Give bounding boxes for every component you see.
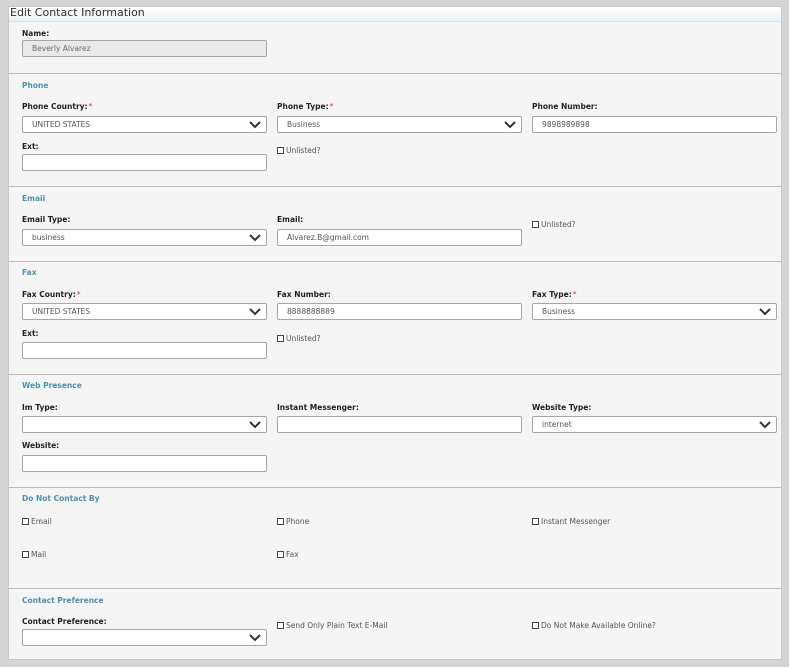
divider	[9, 261, 781, 262]
website-input[interactable]	[22, 455, 267, 472]
email-type-select[interactable]: business	[22, 229, 267, 246]
website-type-select[interactable]: internet	[532, 416, 777, 433]
chevron-down-icon	[249, 634, 261, 642]
fax-type-select[interactable]: Business	[532, 303, 777, 320]
checkbox-box[interactable]	[277, 551, 284, 558]
checkbox-box[interactable]	[532, 518, 539, 525]
divider	[9, 588, 781, 589]
section-phone: Phone	[22, 81, 49, 90]
section-fax: Fax	[22, 268, 37, 277]
fax-number-label: Fax Number:	[277, 290, 331, 299]
checkbox-box[interactable]	[277, 335, 284, 342]
im-type-select[interactable]	[22, 416, 267, 433]
chevron-down-icon	[249, 234, 261, 242]
not-available-online-label: Do Not Make Available Online?	[541, 621, 656, 630]
divider	[9, 374, 781, 375]
phone-ext-input[interactable]	[22, 154, 267, 171]
fax-number-input[interactable]: 8888888889	[277, 303, 522, 320]
fax-unlisted-checkbox[interactable]: Unlisted?	[277, 334, 321, 343]
fax-ext-input[interactable]	[22, 342, 267, 359]
instant-messenger-input[interactable]	[277, 416, 522, 433]
checkbox-box[interactable]	[277, 518, 284, 525]
name-field: Beverly Alvarez	[22, 40, 267, 57]
section-web-presence: Web Presence	[22, 381, 82, 390]
im-type-label: Im Type:	[22, 403, 58, 412]
checkbox-box[interactable]	[277, 622, 284, 629]
phone-ext-label: Ext:	[22, 142, 39, 151]
contact-preference-select[interactable]	[22, 629, 267, 646]
not-available-online-checkbox[interactable]: Do Not Make Available Online?	[532, 621, 656, 630]
dnc-email-label: Email	[31, 517, 52, 526]
chevron-down-icon	[504, 121, 516, 129]
dnc-fax-label: Fax	[286, 550, 299, 559]
divider	[9, 73, 781, 74]
checkbox-box[interactable]	[22, 551, 29, 558]
email-label: Email:	[277, 215, 304, 224]
plain-text-email-label: Send Only Plain Text E-Mail	[286, 621, 388, 630]
section-email: Email	[22, 194, 46, 203]
phone-country-label: Phone Country:*	[22, 102, 93, 111]
fax-unlisted-label: Unlisted?	[286, 334, 321, 343]
dnc-mail-checkbox[interactable]: Mail	[22, 550, 46, 559]
chevron-down-icon	[249, 421, 261, 429]
chevron-down-icon	[759, 421, 771, 429]
fax-country-label: Fax Country:*	[22, 290, 81, 299]
email-type-label: Email Type:	[22, 215, 71, 224]
dnc-phone-label: Phone	[286, 517, 310, 526]
panel-header: Edit Contact Information	[9, 7, 781, 22]
dnc-email-checkbox[interactable]: Email	[22, 517, 52, 526]
contact-preference-label: Contact Preference:	[22, 617, 107, 626]
fax-country-select[interactable]: UNITED STATES	[22, 303, 267, 320]
fax-type-label: Fax Type:*	[532, 290, 577, 299]
dnc-im-label: Instant Messenger	[541, 517, 611, 526]
divider	[9, 186, 781, 187]
email-input[interactable]: Alvarez.B@gmail.com	[277, 229, 522, 246]
dnc-phone-checkbox[interactable]: Phone	[277, 517, 309, 526]
phone-unlisted-checkbox[interactable]: Unlisted?	[277, 146, 321, 155]
divider	[9, 487, 781, 488]
phone-type-select[interactable]: Business	[277, 116, 522, 133]
dnc-mail-label: Mail	[31, 550, 47, 559]
chevron-down-icon	[249, 308, 261, 316]
phone-number-label: Phone Number:	[532, 102, 598, 111]
plain-text-email-checkbox[interactable]: Send Only Plain Text E-Mail	[277, 621, 388, 630]
checkbox-box[interactable]	[277, 147, 284, 154]
page-title: Edit Contact Information	[10, 6, 145, 19]
website-label: Website:	[22, 441, 60, 450]
email-unlisted-checkbox[interactable]: Unlisted?	[532, 220, 576, 229]
phone-type-label: Phone Type:*	[277, 102, 334, 111]
checkbox-box[interactable]	[22, 518, 29, 525]
phone-country-select[interactable]: UNITED STATES	[22, 116, 267, 133]
instant-messenger-label: Instant Messenger:	[277, 403, 359, 412]
chevron-down-icon	[759, 308, 771, 316]
dnc-fax-checkbox[interactable]: Fax	[277, 550, 299, 559]
checkbox-box[interactable]	[532, 221, 539, 228]
phone-number-input[interactable]: 9898989898	[532, 116, 777, 133]
email-unlisted-label: Unlisted?	[541, 220, 576, 229]
section-contact-preference: Contact Preference	[22, 596, 104, 605]
fax-ext-label: Ext:	[22, 329, 39, 338]
name-label: Name:	[22, 29, 50, 38]
phone-unlisted-label: Unlisted?	[286, 146, 321, 155]
section-do-not-contact: Do Not Contact By	[22, 494, 100, 503]
website-type-label: Website Type:	[532, 403, 592, 412]
dnc-im-checkbox[interactable]: Instant Messenger	[532, 517, 610, 526]
checkbox-box[interactable]	[532, 622, 539, 629]
edit-contact-panel: Edit Contact Information Name: Beverly A…	[8, 6, 782, 660]
chevron-down-icon	[249, 121, 261, 129]
